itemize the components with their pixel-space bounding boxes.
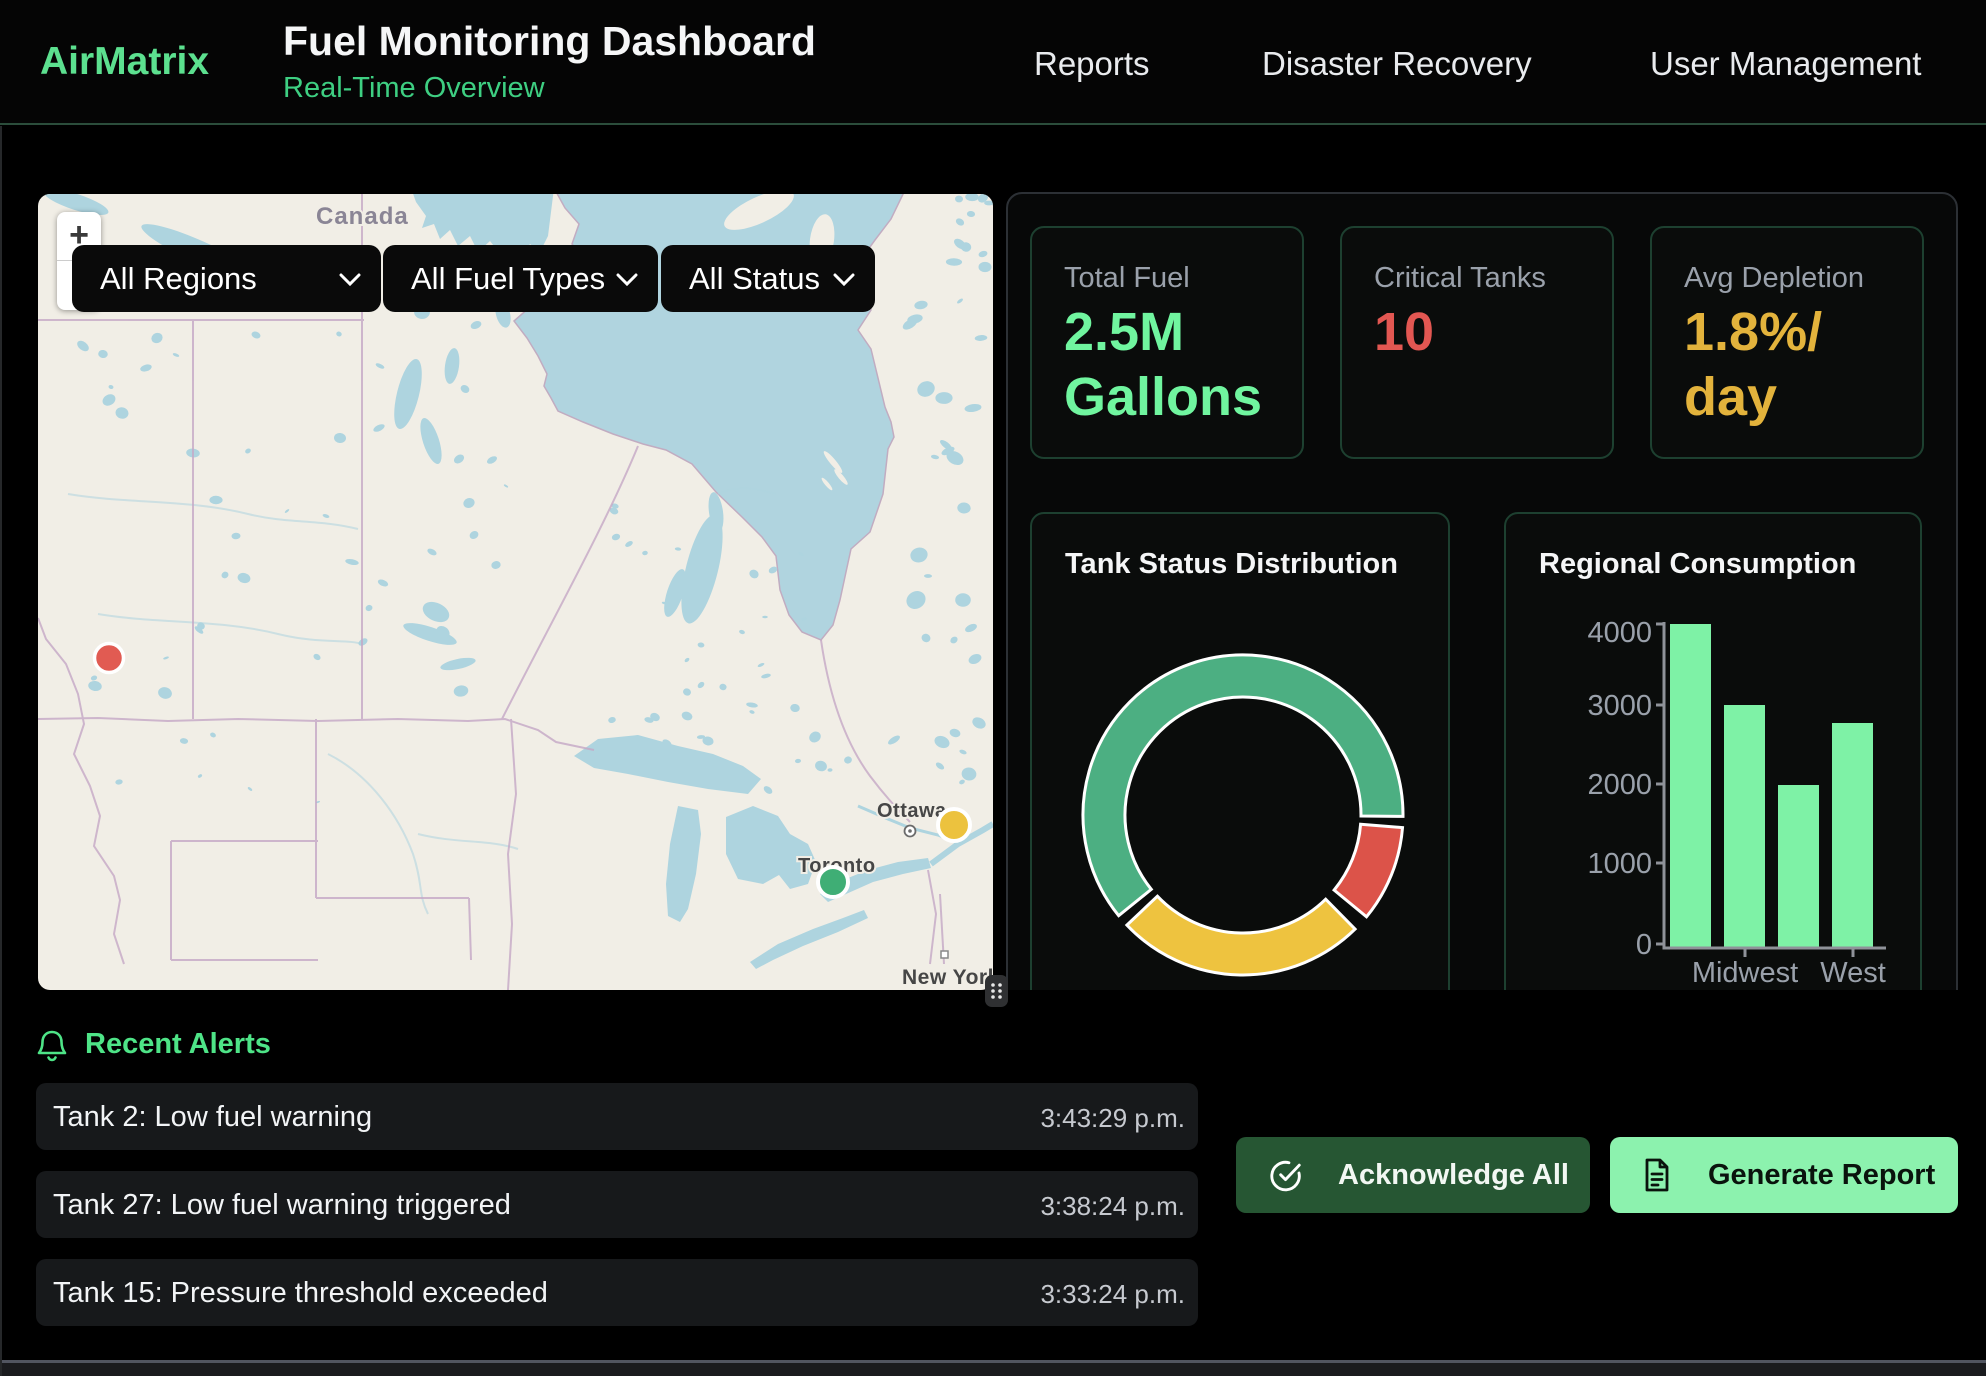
svg-text:Midwest: Midwest — [1692, 957, 1798, 988]
svg-text:3000: 3000 — [1587, 690, 1652, 722]
svg-text:1000: 1000 — [1587, 848, 1652, 880]
svg-text:0: 0 — [1636, 929, 1652, 961]
svg-text:Canada: Canada — [316, 203, 409, 230]
svg-text:Ottawa: Ottawa — [877, 800, 947, 822]
svg-text:4000: 4000 — [1587, 617, 1652, 649]
svg-text:New York: New York — [902, 966, 993, 989]
svg-text:2000: 2000 — [1587, 769, 1652, 801]
svg-text:West: West — [1820, 957, 1886, 988]
